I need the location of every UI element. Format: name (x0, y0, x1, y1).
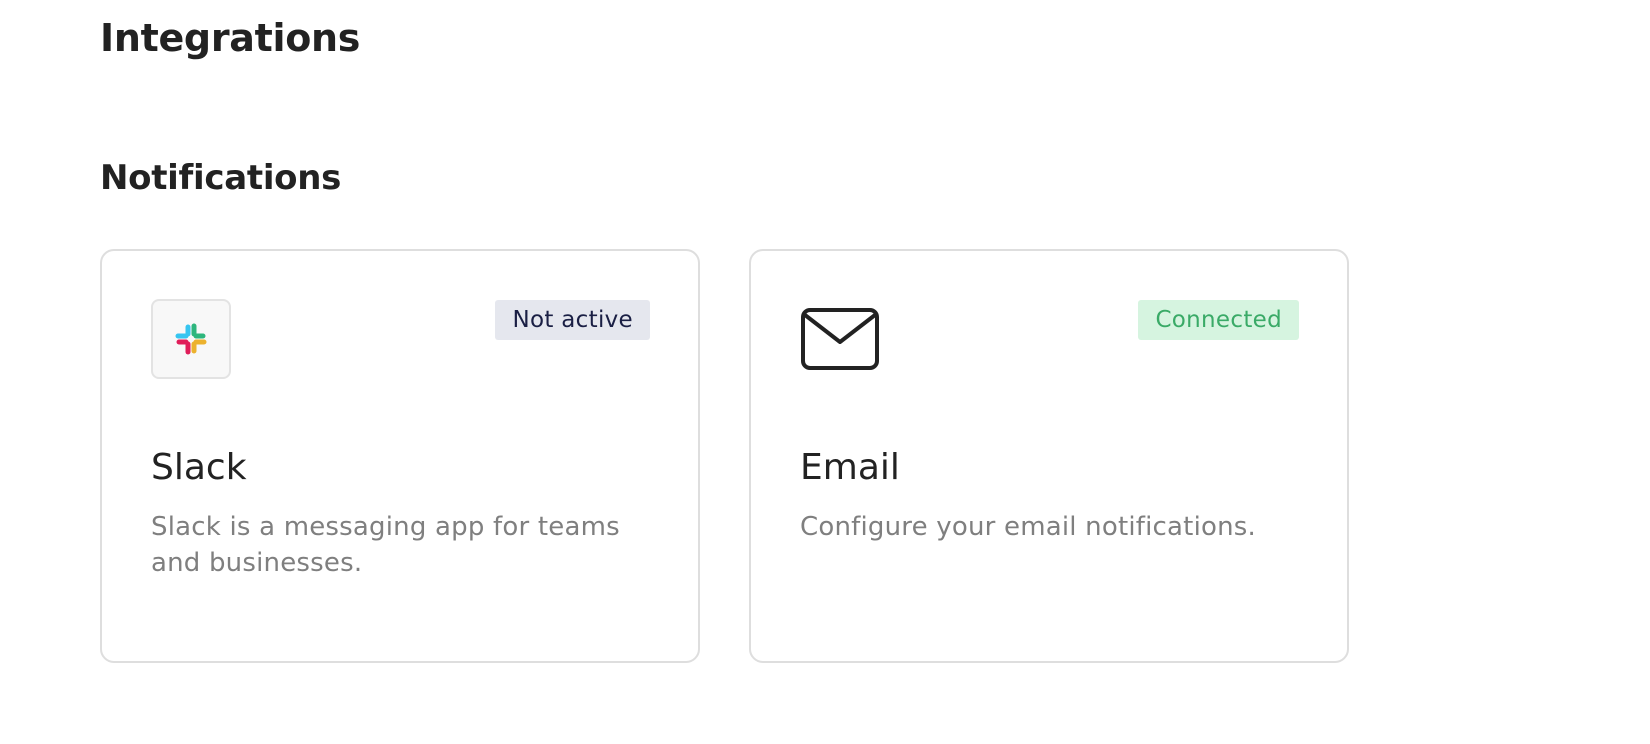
section-title-notifications: Notifications (100, 158, 342, 198)
integration-cards: Not active Slack Slack is a messaging ap… (100, 249, 1349, 663)
slack-logo-box (151, 299, 231, 379)
card-title: Slack (151, 447, 247, 488)
card-description: Configure your email notifications. (800, 512, 1256, 542)
page-title: Integrations (100, 16, 361, 60)
slack-logo-icon (175, 323, 207, 355)
status-badge: Not active (495, 300, 650, 340)
integration-card-email[interactable]: Connected Email Configure your email not… (749, 249, 1349, 663)
card-title: Email (800, 447, 900, 488)
mail-icon (801, 308, 879, 370)
integration-card-slack[interactable]: Not active Slack Slack is a messaging ap… (100, 249, 700, 663)
status-badge: Connected (1138, 300, 1299, 340)
card-description: Slack is a messaging app for teams and b… (151, 512, 620, 578)
